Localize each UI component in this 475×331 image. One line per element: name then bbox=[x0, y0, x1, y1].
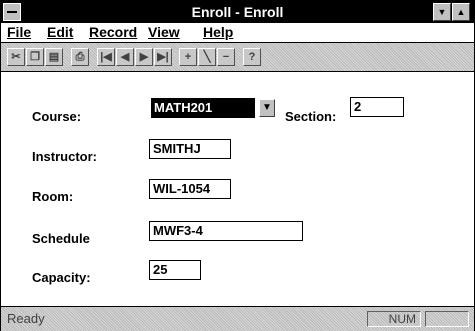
next-record-icon: ▶ bbox=[139, 51, 149, 63]
menu-view[interactable]: View bbox=[148, 24, 180, 40]
delete-record-button[interactable]: − bbox=[217, 48, 235, 66]
course-dropdown-button[interactable]: ▼ bbox=[259, 99, 275, 117]
schedule-label: Schedule bbox=[32, 231, 90, 246]
edit-record-icon: ╲ bbox=[203, 51, 211, 63]
help-button[interactable]: ? bbox=[243, 48, 261, 66]
previous-record-button[interactable]: ◀ bbox=[116, 48, 134, 66]
section-label: Section: bbox=[285, 109, 337, 124]
paste-button[interactable]: ▤ bbox=[45, 48, 63, 66]
minimize-icon: ▼ bbox=[437, 7, 447, 17]
course-dropdown[interactable]: MATH201 ▼ bbox=[151, 98, 277, 118]
print-icon: ⎙ bbox=[75, 51, 85, 63]
next-record-button[interactable]: ▶ bbox=[135, 48, 153, 66]
toolbar: ✂ ❐ ▤ ⎙ |◀ ◀ ▶ ▶| + ╲ − ? bbox=[1, 43, 474, 72]
menu-help[interactable]: Help bbox=[203, 24, 233, 40]
enroll-window: Enroll - Enroll ▼ ▲ File Edit Record Vie… bbox=[0, 0, 475, 331]
last-record-icon: ▶| bbox=[157, 51, 169, 63]
menu-file[interactable]: File bbox=[7, 24, 31, 40]
course-value[interactable]: MATH201 bbox=[151, 98, 255, 118]
add-record-icon: + bbox=[184, 51, 192, 63]
print-button[interactable]: ⎙ bbox=[71, 48, 89, 66]
cut-icon: ✂ bbox=[11, 51, 21, 63]
menu-bar: File Edit Record View Help bbox=[1, 23, 474, 43]
instructor-label: Instructor: bbox=[32, 149, 97, 164]
maximize-button[interactable]: ▲ bbox=[452, 3, 470, 21]
delete-record-icon: − bbox=[222, 51, 230, 63]
schedule-field[interactable]: MWF3-4 bbox=[149, 221, 303, 241]
status-text: Ready bbox=[7, 311, 45, 326]
capacity-field[interactable]: 25 bbox=[149, 260, 201, 280]
cut-button[interactable]: ✂ bbox=[7, 48, 25, 66]
status-panel-empty bbox=[425, 311, 469, 327]
add-record-button[interactable]: + bbox=[179, 48, 197, 66]
copy-button[interactable]: ❐ bbox=[26, 48, 44, 66]
capacity-label: Capacity: bbox=[32, 270, 91, 285]
maximize-icon: ▲ bbox=[456, 7, 466, 17]
last-record-button[interactable]: ▶| bbox=[154, 48, 172, 66]
menu-record[interactable]: Record bbox=[89, 24, 137, 40]
section-field[interactable]: 2 bbox=[350, 97, 404, 117]
room-field[interactable]: WIL-1054 bbox=[149, 179, 231, 199]
room-label: Room: bbox=[32, 189, 74, 204]
copy-icon: ❐ bbox=[30, 51, 40, 63]
help-icon: ? bbox=[248, 51, 256, 63]
arrow-down-icon: ▼ bbox=[262, 102, 272, 113]
instructor-field[interactable]: SMITHJ bbox=[149, 139, 231, 159]
window-title: Enroll - Enroll bbox=[191, 4, 284, 20]
menu-edit[interactable]: Edit bbox=[47, 24, 73, 40]
title-bar[interactable]: Enroll - Enroll ▼ ▲ bbox=[1, 1, 474, 23]
status-bar: Ready NUM bbox=[1, 306, 474, 331]
previous-record-icon: ◀ bbox=[120, 51, 130, 63]
edit-record-button[interactable]: ╲ bbox=[198, 48, 216, 66]
first-record-icon: |◀ bbox=[100, 51, 112, 63]
first-record-button[interactable]: |◀ bbox=[97, 48, 115, 66]
minimize-button[interactable]: ▼ bbox=[433, 3, 451, 21]
course-label: Course: bbox=[32, 109, 82, 124]
paste-icon: ▤ bbox=[48, 51, 60, 63]
num-lock-indicator: NUM bbox=[367, 311, 421, 327]
